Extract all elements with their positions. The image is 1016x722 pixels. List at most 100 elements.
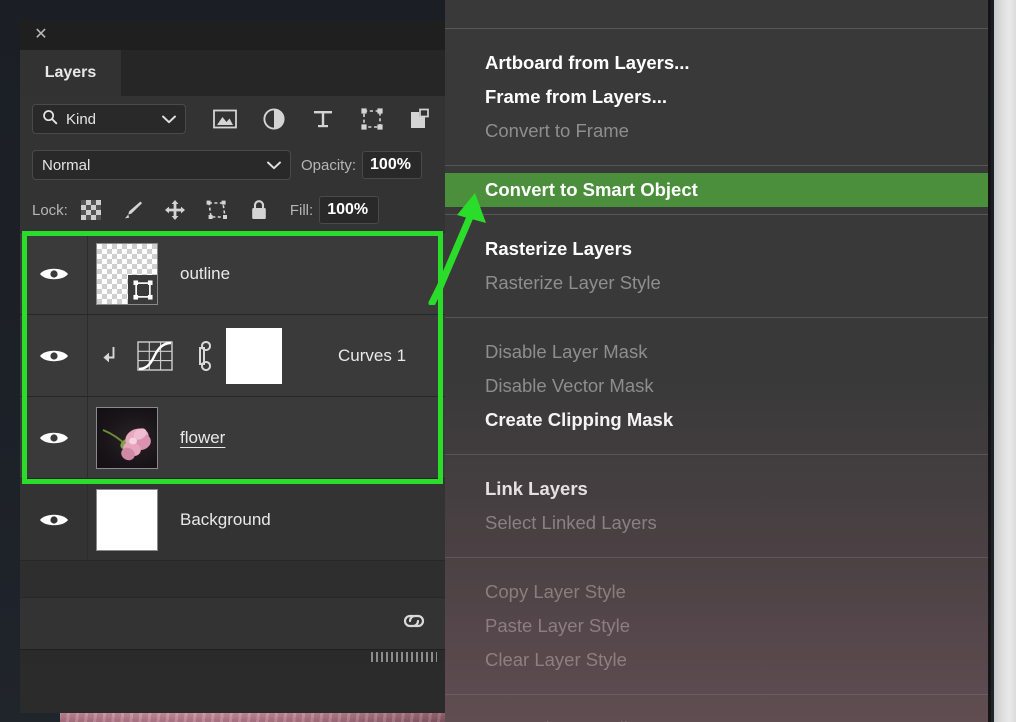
menu-separator xyxy=(445,214,991,215)
panel-tabstrip: Layers xyxy=(20,50,445,96)
menu-group-pad xyxy=(445,36,991,46)
layer-name-label[interactable]: Background xyxy=(180,510,271,530)
menu-separator xyxy=(445,28,991,29)
layer-visibility-toggle[interactable] xyxy=(20,397,88,478)
eye-icon xyxy=(39,432,68,443)
menu-item-convert-to-frame: Convert to Frame xyxy=(485,120,629,141)
menu-separator xyxy=(445,165,991,166)
layer-content: Curves 1 xyxy=(88,315,406,396)
filter-type-layers-icon[interactable] xyxy=(298,102,347,136)
layer-content: flower xyxy=(88,397,225,478)
opacity-label: Opacity: xyxy=(301,156,357,174)
panel-titlebar: ✕ xyxy=(20,20,445,50)
chevron-down-icon xyxy=(267,157,281,174)
layer-visibility-toggle[interactable] xyxy=(20,479,88,560)
lock-row: Lock: Fill: 100% xyxy=(20,188,445,233)
menu-item-create-clipping-mask[interactable]: Create Clipping Mask xyxy=(445,403,991,437)
context-menu-clipped-top-item xyxy=(445,0,991,21)
layer-name-label[interactable]: outline xyxy=(180,264,230,284)
filter-adjustment-layers-icon[interactable] xyxy=(249,102,298,136)
footer-empty-area xyxy=(20,561,445,597)
link-mask-icon[interactable] xyxy=(188,340,216,371)
shape-layer-badge-icon xyxy=(128,274,157,304)
lock-artboard-nesting-icon[interactable] xyxy=(206,199,228,221)
menu-item-disable-vector-mask: Disable Vector Mask xyxy=(485,375,654,396)
layer-name-label[interactable]: Curves 1 xyxy=(338,346,406,366)
curves-adjustment-icon[interactable] xyxy=(136,340,174,372)
layer-thumbnail[interactable] xyxy=(96,488,158,551)
menu-item-convert-to-smart-object[interactable]: Convert to Smart Object xyxy=(445,173,991,207)
layer-name-label[interactable]: flower xyxy=(180,428,225,448)
menu-item-rasterize-layers[interactable]: Rasterize Layers xyxy=(445,232,991,266)
layer-visibility-toggle[interactable] xyxy=(20,233,88,314)
fill-label: Fill: xyxy=(289,201,314,219)
menu-group-pad xyxy=(445,300,991,310)
table-row[interactable]: Curves 1 xyxy=(20,315,445,397)
layer-thumbnail[interactable] xyxy=(96,406,158,469)
menu-item-copy-layer-style: Copy Layer Style xyxy=(485,581,626,602)
resize-grip-icon xyxy=(371,652,437,662)
lock-icon-group xyxy=(80,199,270,221)
layer-context-menu: Artboard from Layers... Frame from Layer… xyxy=(445,0,991,722)
menu-group-pad xyxy=(445,540,991,550)
table-row[interactable]: outline xyxy=(20,233,445,315)
panel-body: Kind Normal Opacity: 100% Lock: Fill: 10… xyxy=(20,96,445,713)
menu-group-pad xyxy=(445,325,991,335)
eye-icon xyxy=(39,514,68,525)
filter-shape-layers-icon[interactable] xyxy=(347,102,396,136)
filter-smart-objects-icon[interactable] xyxy=(396,102,445,136)
menu-separator xyxy=(445,454,991,455)
menu-item-link-layers[interactable]: Link Layers xyxy=(445,472,991,506)
lock-image-pixels-icon[interactable] xyxy=(122,199,144,221)
opacity-input[interactable]: 100% xyxy=(362,151,423,179)
chevron-down-icon xyxy=(162,111,176,128)
menu-group-pad xyxy=(445,565,991,575)
filter-pixel-layers-icon[interactable] xyxy=(200,102,249,136)
menu-item-paste-layer-style: Paste Layer Style xyxy=(485,615,630,636)
context-menu-items: Artboard from Layers... Frame from Layer… xyxy=(445,0,991,722)
menu-group-pad xyxy=(445,222,991,232)
link-layers-icon[interactable] xyxy=(399,612,429,635)
lock-transparent-pixels-icon[interactable] xyxy=(80,199,102,221)
layer-filter-row: Kind xyxy=(20,96,445,142)
layer-content: outline xyxy=(88,233,230,314)
tab-layers-label: Layers xyxy=(44,64,97,81)
menu-item-rasterize-layer-style: Rasterize Layer Style xyxy=(485,272,661,293)
fill-input[interactable]: 100% xyxy=(319,196,380,224)
tab-layers[interactable]: Layers xyxy=(20,50,121,96)
layer-mask-thumbnail[interactable] xyxy=(226,327,282,384)
layer-content: Background xyxy=(88,479,271,560)
menu-group-pad xyxy=(445,148,991,158)
menu-group-pad xyxy=(445,437,991,447)
close-icon[interactable]: ✕ xyxy=(33,27,49,43)
menu-group-pad xyxy=(445,702,991,712)
menu-separator xyxy=(445,317,991,318)
menu-item-disable-layer-mask: Disable Layer Mask xyxy=(485,341,648,362)
layer-thumbnail[interactable] xyxy=(96,242,158,305)
page-right-edge xyxy=(994,0,1016,722)
menu-separator xyxy=(445,694,991,695)
layer-visibility-toggle[interactable] xyxy=(20,315,88,396)
filter-type-icons xyxy=(200,102,445,136)
menu-item-select-linked-layers: Select Linked Layers xyxy=(485,512,657,533)
lock-all-icon[interactable] xyxy=(248,199,270,221)
blend-mode-select[interactable]: Normal xyxy=(32,150,291,180)
lock-position-icon[interactable] xyxy=(164,199,186,221)
menu-item-clipped[interactable] xyxy=(445,0,991,20)
blend-mode-value: Normal xyxy=(42,156,91,174)
panel-resize-handle[interactable] xyxy=(20,649,445,663)
filter-kind-select[interactable]: Kind xyxy=(32,104,186,134)
menu-group-pad xyxy=(445,677,991,687)
table-row[interactable]: flower xyxy=(20,397,445,479)
panel-footer-toolbar xyxy=(20,597,445,649)
table-row[interactable]: Background xyxy=(20,479,445,561)
layer-list: outline Curves 1 flower Background xyxy=(20,231,445,561)
lock-label: Lock: xyxy=(32,201,68,219)
menu-group-pad xyxy=(445,462,991,472)
menu-item-frame-from-layers[interactable]: Frame from Layers... xyxy=(445,80,991,114)
blend-mode-row: Normal Opacity: 100% xyxy=(20,142,445,188)
menu-item-artboard-from-layers[interactable]: Artboard from Layers... xyxy=(445,46,991,80)
screen-root: ✕ Layers Kind Normal Opacity: 100% Lock:… xyxy=(0,0,1016,722)
menu-separator xyxy=(445,557,991,558)
panel-footer xyxy=(20,561,445,713)
